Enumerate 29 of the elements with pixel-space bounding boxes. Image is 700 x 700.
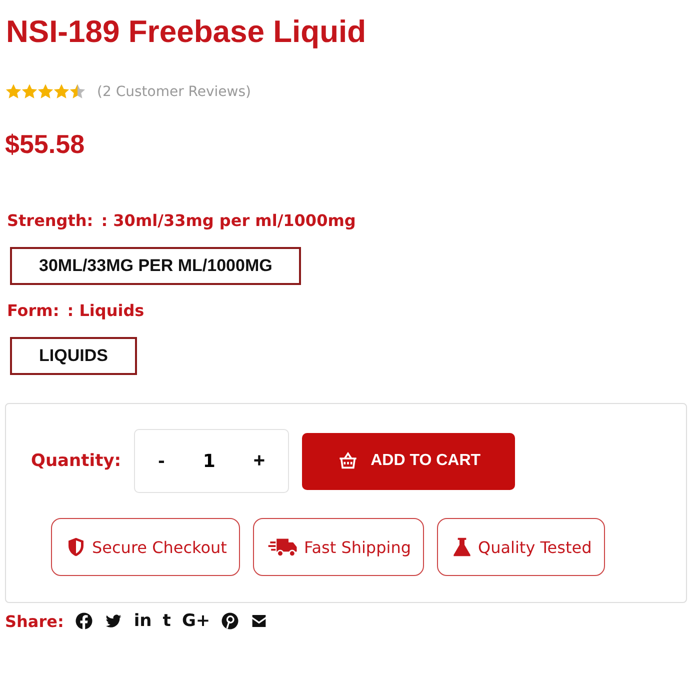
share-icon[interactable]: G+ <box>182 611 210 631</box>
product-price: $55.58 <box>5 129 85 160</box>
attribute-label: Strength: <box>7 211 94 230</box>
product-title: NSI-189 Freebase Liquid <box>6 14 368 50</box>
quantity-label: Quantity: <box>31 451 122 471</box>
attribute-value: : Liquids <box>67 301 144 320</box>
facebook-icon[interactable] <box>74 612 93 630</box>
share-label: Share: <box>5 612 64 630</box>
decrease-button[interactable]: - <box>150 446 173 476</box>
mail-icon[interactable] <box>250 613 268 629</box>
quantity-value: 1 <box>202 450 216 472</box>
share-icon[interactable]: in <box>134 611 152 631</box>
feature-badge: Quality Tested <box>436 518 605 576</box>
attribute-label: Form: <box>7 301 60 320</box>
basket-icon <box>336 451 359 471</box>
option-swatch[interactable]: LIQUIDS <box>10 337 137 375</box>
option-swatch[interactable]: 30ML/33MG PER ML/1000MG <box>10 247 302 285</box>
twitter-icon[interactable] <box>104 612 123 630</box>
add-to-cart-button[interactable]: ADD TO CART <box>302 432 516 490</box>
truck-icon <box>268 536 298 558</box>
attribute-value: : 30ml/33mg per ml/1000mg <box>101 211 356 230</box>
quantity-stepper[interactable]: - 1 + <box>134 429 290 493</box>
shield-icon <box>66 536 86 558</box>
feature-badge: Secure Checkout <box>51 518 240 576</box>
pinterest-icon[interactable] <box>221 612 240 630</box>
flask-icon <box>452 536 472 558</box>
feature-badge: Fast Shipping <box>252 518 424 576</box>
share-icon[interactable]: t <box>162 611 171 631</box>
increase-button[interactable]: + <box>245 446 274 476</box>
